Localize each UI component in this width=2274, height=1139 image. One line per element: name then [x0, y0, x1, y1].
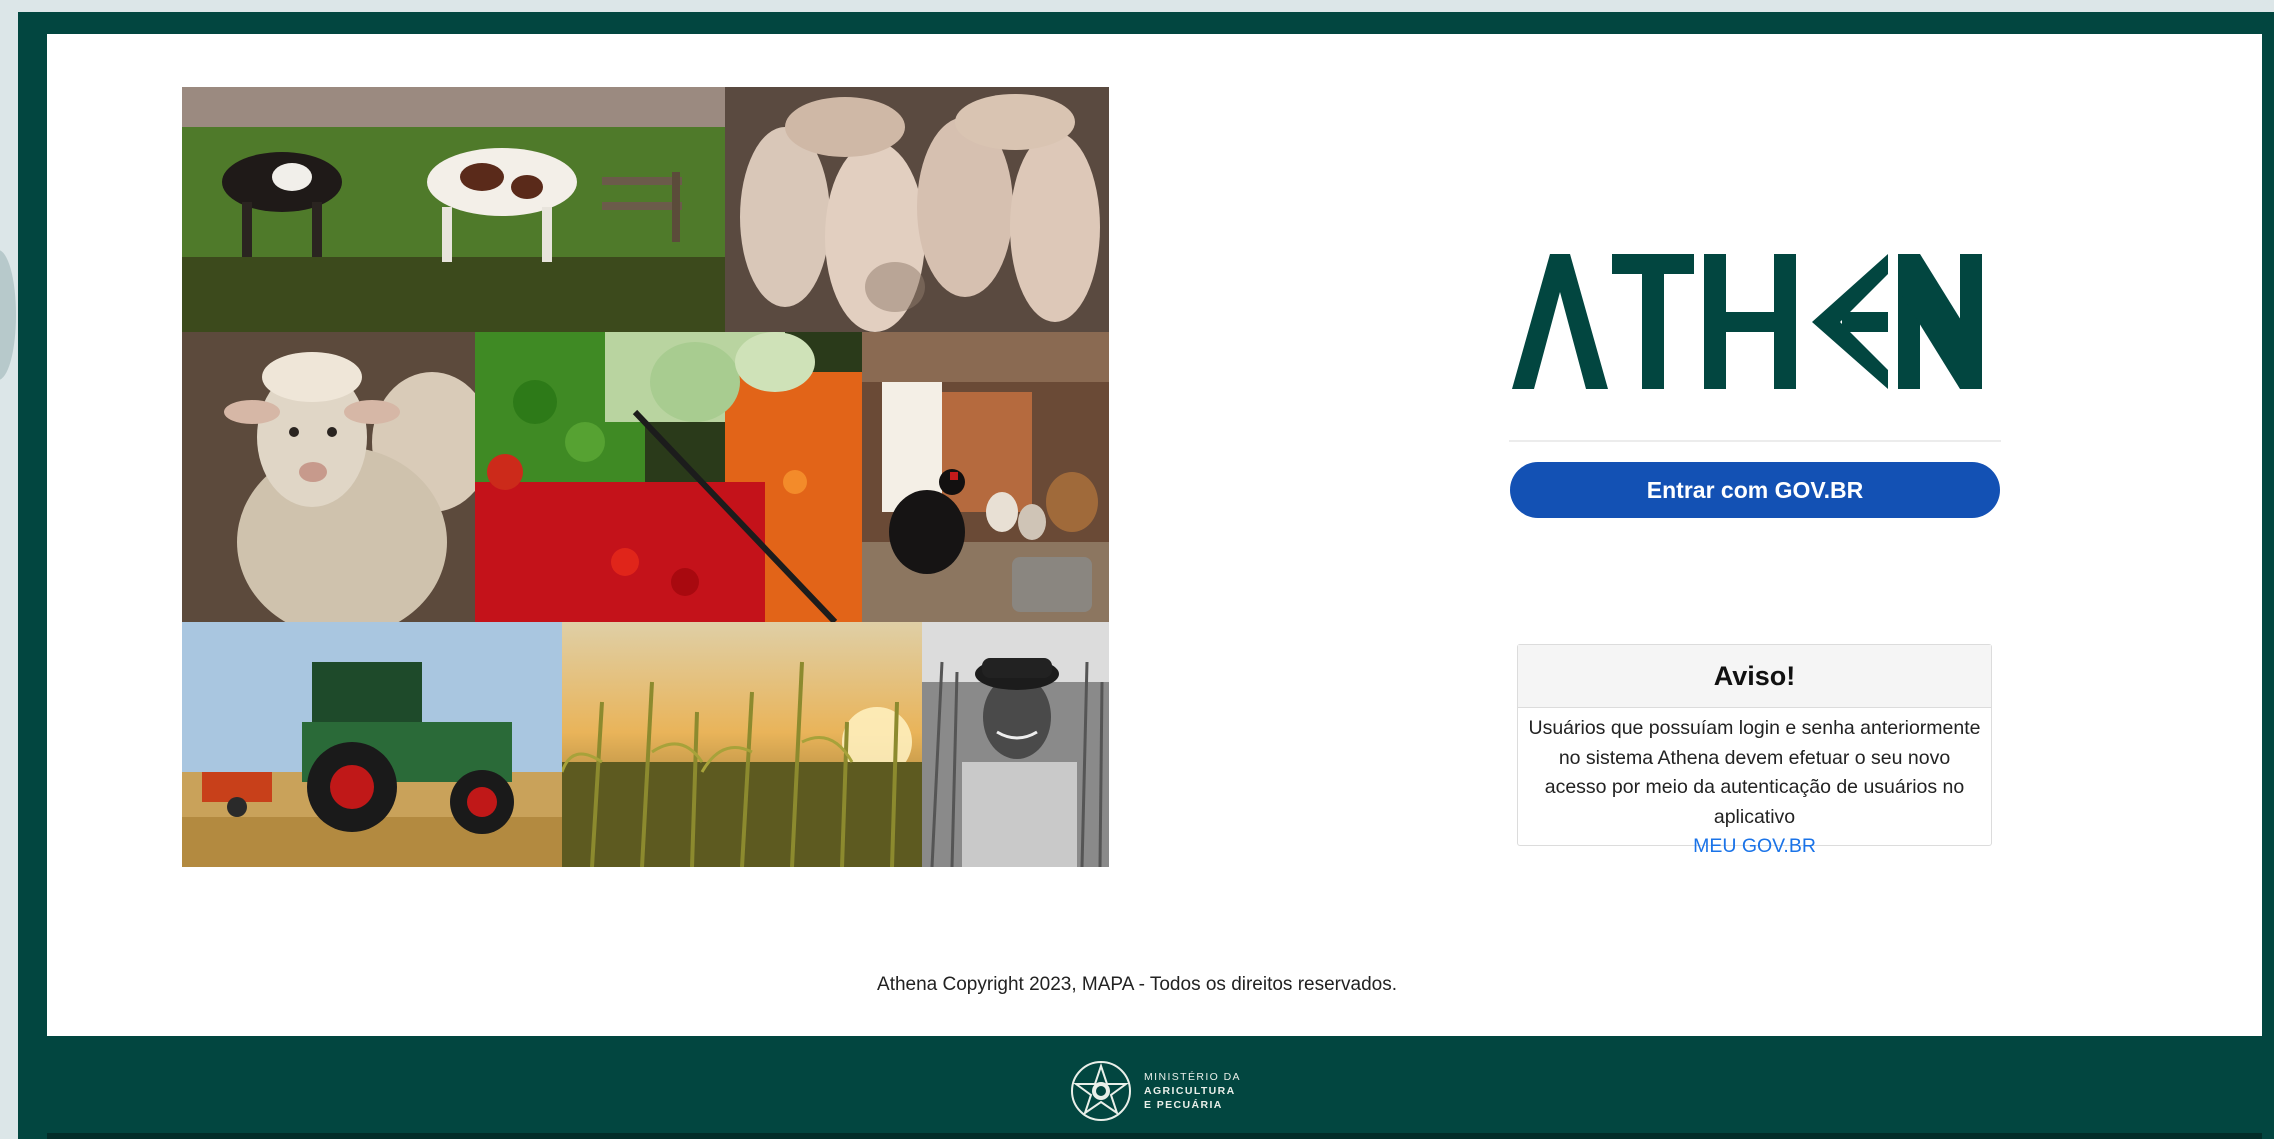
- ministry-line-3: E PECUÁRIA: [1144, 1099, 1223, 1111]
- notice-title: Aviso!: [1518, 645, 1991, 708]
- corn-photo: [562, 622, 922, 867]
- ministry-line-1: MINISTÉRIO DA: [1144, 1071, 1241, 1083]
- notice-card: Aviso! Usuários que possuíam login e sen…: [1517, 644, 1992, 857]
- notice-text: Usuários que possuíam login e senha ante…: [1528, 717, 1981, 828]
- coat-of-arms-icon: [1071, 1061, 1131, 1121]
- cows-photo: [182, 87, 725, 332]
- ministry-name: MINISTÉRIO DA AGRICULTURA E PECUÁRIA: [1144, 1070, 1241, 1112]
- athena-logo: [1512, 254, 2002, 389]
- ministry-logo: MINISTÉRIO DA AGRICULTURA E PECUÁRIA: [1070, 1056, 1241, 1126]
- main-card: Entrar com GOV.BR Aviso! Usuários que po…: [47, 34, 2262, 1036]
- logo-divider: [1509, 440, 2001, 442]
- agriculture-collage: [182, 87, 1109, 867]
- notice-body: Usuários que possuíam login e senha ante…: [1518, 708, 1991, 862]
- ministry-line-2: AGRICULTURA: [1144, 1085, 1236, 1097]
- copyright-text: Athena Copyright 2023, MAPA - Todos os d…: [877, 974, 1397, 995]
- vegetables-photo: [475, 332, 862, 622]
- chickens-photo: [862, 332, 1109, 622]
- sheep-photo: [182, 332, 475, 622]
- pigs-photo: [725, 87, 1109, 332]
- meu-govbr-link[interactable]: MEU GOV.BR: [1526, 832, 1983, 862]
- decorative-shape: [0, 250, 16, 380]
- tractor-photo: [182, 622, 562, 867]
- govbr-login-button[interactable]: Entrar com GOV.BR: [1510, 462, 2000, 518]
- bottom-strip: [47, 1133, 2262, 1139]
- athena-logo-mark: [1512, 254, 1982, 389]
- farmer-photo: [922, 622, 1109, 867]
